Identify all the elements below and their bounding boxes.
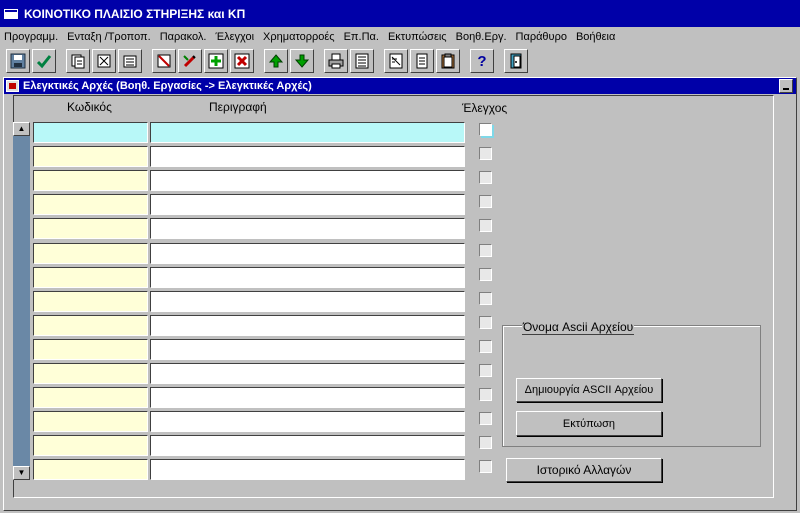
menu-cashflows[interactable]: Χρηματορροές [263,31,335,43]
menu-ep-pa[interactable]: Επ.Πα. [344,31,379,43]
control-checkbox[interactable] [479,268,492,281]
document-icon[interactable] [410,49,434,73]
control-checkbox[interactable] [479,123,492,136]
code-field[interactable] [33,387,148,408]
control-checkbox[interactable] [479,171,492,184]
form-menu-icon[interactable] [6,80,19,92]
records-scrollbar[interactable]: ▲ ▼ [13,122,30,480]
control-checkbox[interactable] [479,147,492,160]
scroll-down-icon[interactable]: ▼ [13,466,30,480]
description-field[interactable] [150,363,465,384]
control-checkbox[interactable] [479,460,492,473]
notepad-icon[interactable] [384,49,408,73]
code-field[interactable] [33,459,148,480]
menu-controls[interactable]: Έλεγχοι [215,31,254,43]
code-field[interactable] [33,194,148,215]
change-history-button[interactable]: Ιστορικό Αλλαγών [506,458,662,482]
menu-bar: Προγραμμ. Ενταξη /Τροποπ. Παρακολ. Έλεγχ… [0,28,800,46]
ascii-file-group-label: Όνομα Ascii Αρχείου [522,320,635,335]
control-checkbox[interactable] [479,340,492,353]
description-field[interactable] [150,194,465,215]
code-field[interactable] [33,122,148,143]
control-checkbox[interactable] [479,388,492,401]
code-field[interactable] [33,218,148,239]
delete-record-icon[interactable] [230,49,254,73]
menu-prints[interactable]: Εκτυπώσεις [388,31,447,43]
code-field[interactable] [33,170,148,191]
menu-inclusion[interactable]: Ενταξη /Τροποπ. [67,31,151,43]
insert-record-icon[interactable] [204,49,228,73]
save-icon[interactable] [6,49,30,73]
column-header-description: Περιγραφή [209,100,267,114]
control-checkbox[interactable] [479,195,492,208]
list-values-icon[interactable] [350,49,374,73]
query-icon[interactable] [152,49,176,73]
code-field[interactable] [33,291,148,312]
menu-help[interactable]: Βοήθεια [576,31,615,43]
minimize-button[interactable] [779,79,793,93]
print-button[interactable]: Εκτύπωση [516,411,662,436]
menu-monitoring[interactable]: Παρακολ. [160,31,207,43]
column-header-control: Έλεγχος [462,101,508,115]
code-field[interactable] [33,243,148,264]
form-title: Ελεγκτικές Αρχές (Βοηθ. Εργασίες -> Ελεγ… [23,80,312,92]
control-checkbox[interactable] [479,436,492,449]
control-checkbox[interactable] [479,244,492,257]
description-field[interactable] [150,146,465,167]
edit-icon[interactable] [178,49,202,73]
description-field[interactable] [150,218,465,239]
code-field[interactable] [33,267,148,288]
code-field[interactable] [33,363,148,384]
window-title-bar: ΚΟΙΝΟΤΙΚΟ ΠΛΑΙΣΙΟ ΣΤΗΡΙΞΗΣ και ΚΠ [0,0,800,27]
description-field[interactable] [150,435,465,456]
next-record-icon[interactable] [290,49,314,73]
description-field[interactable] [150,122,465,143]
copy-record-icon[interactable] [66,49,90,73]
exit-icon[interactable] [504,49,528,73]
menu-programs[interactable]: Προγραμμ. [4,31,58,43]
code-field[interactable] [33,315,148,336]
form-title-bar: Ελεγκτικές Αρχές (Βοηθ. Εργασίες -> Ελεγ… [4,78,796,94]
description-field[interactable] [150,387,465,408]
duplicate-icon[interactable] [118,49,142,73]
clipboard-icon[interactable] [436,49,460,73]
control-checkbox[interactable] [479,219,492,232]
clear-record-icon[interactable] [92,49,116,73]
description-field[interactable] [150,339,465,360]
description-field[interactable] [150,267,465,288]
description-field[interactable] [150,291,465,312]
accept-icon[interactable] [32,49,56,73]
menu-window[interactable]: Παράθυρο [516,31,567,43]
previous-record-icon[interactable] [264,49,288,73]
window-title: ΚΟΙΝΟΤΙΚΟ ΠΛΑΙΣΙΟ ΣΤΗΡΙΞΗΣ και ΚΠ [24,6,246,21]
column-header-code: Κωδικός [67,100,112,114]
menu-aux-tasks[interactable]: Βοηθ.Εργ. [456,31,507,43]
create-ascii-file-button[interactable]: Δημιουργία ASCII Αρχείου [516,378,662,402]
help-icon[interactable]: ? [470,49,494,73]
code-field[interactable] [33,411,148,432]
code-field[interactable] [33,435,148,456]
description-field[interactable] [150,315,465,336]
description-field[interactable] [150,170,465,191]
toolbar: ? [0,47,800,75]
window-menu-icon[interactable] [4,8,18,19]
code-field[interactable] [33,146,148,167]
description-field[interactable] [150,459,465,480]
description-field[interactable] [150,243,465,264]
code-field[interactable] [33,339,148,360]
description-field[interactable] [150,411,465,432]
print-icon[interactable] [324,49,348,73]
control-checkbox[interactable] [479,412,492,425]
scroll-up-icon[interactable]: ▲ [13,122,30,136]
control-checkbox[interactable] [479,292,492,305]
control-checkbox[interactable] [479,364,492,377]
control-checkbox[interactable] [479,316,492,329]
